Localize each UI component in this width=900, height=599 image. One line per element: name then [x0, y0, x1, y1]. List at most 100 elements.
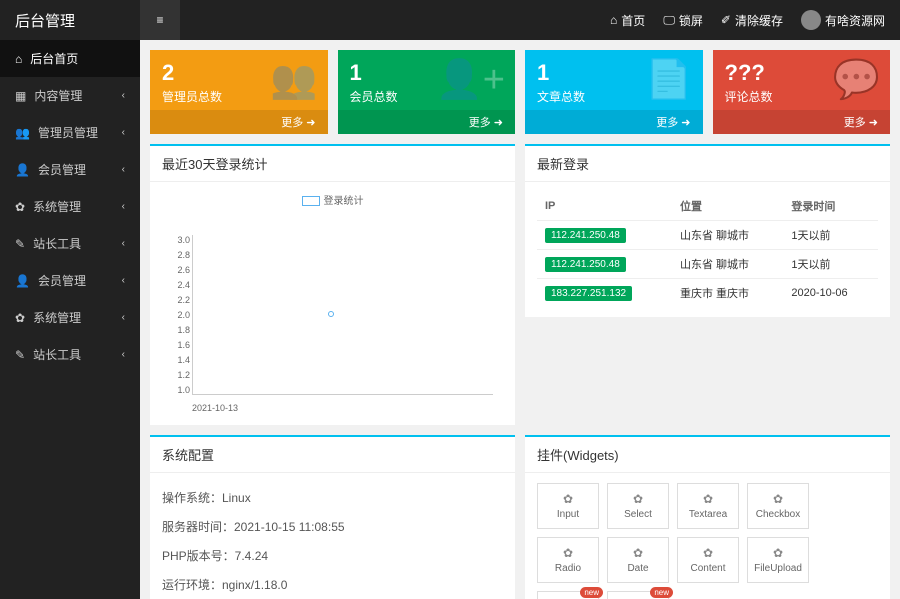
stat-more-link[interactable]: 更多 ➜ [338, 110, 516, 134]
sidebar-item-3[interactable]: 👤会员管理‹ [0, 151, 140, 188]
menu-icon: ✎ [15, 237, 25, 251]
sidebar-item-6[interactable]: 👤会员管理‹ [0, 262, 140, 299]
top-header: 后台管理 ≡ ⌂首页 🖵锁屏 ✐清除缓存 有啥资源网 [0, 0, 900, 40]
chevron-left-icon: ‹ [122, 164, 125, 175]
config-line: 操作系统：Linux [162, 483, 503, 512]
legend-swatch [302, 196, 320, 206]
widget-text[interactable]: ✿Textnew [537, 591, 599, 599]
stat-more-link[interactable]: 更多 ➜ [150, 110, 328, 134]
sidebar-item-1[interactable]: ▦内容管理‹ [0, 77, 140, 114]
chevron-left-icon: ‹ [122, 275, 125, 286]
col-ip: IP [537, 192, 672, 221]
chart-panel: 最近30天登录统计 登录统计 3.02.82.62.42.22.01.81.61… [150, 144, 515, 425]
stats-row: 2管理员总数👥更多 ➜1会员总数👤+更多 ➜1文章总数📄更多 ➜???评论总数💬… [150, 50, 890, 134]
menu-icon: 👥 [15, 126, 30, 140]
gear-icon: ✿ [612, 546, 664, 560]
widget-content[interactable]: ✿Content [677, 537, 739, 583]
gear-icon: ✿ [752, 546, 804, 560]
sidebar-item-5[interactable]: ✎站长工具‹ [0, 225, 140, 262]
chart-data-point [328, 311, 334, 317]
chevron-left-icon: ‹ [122, 349, 125, 360]
nav-user[interactable]: 有啥资源网 [801, 10, 885, 30]
menu-icon: ✎ [15, 348, 25, 362]
stat-icon: 👥 [270, 58, 317, 102]
sidebar-item-0[interactable]: ⌂后台首页 [0, 40, 140, 77]
nav-home[interactable]: ⌂首页 [610, 12, 645, 29]
config-panel: 系统配置 操作系统：Linux服务器时间：2021-10-15 11:08:55… [150, 435, 515, 599]
menu-icon: ▦ [15, 89, 26, 103]
stat-more-link[interactable]: 更多 ➜ [713, 110, 891, 134]
sidebar-item-4[interactable]: ✿系统管理‹ [0, 188, 140, 225]
gear-icon: ✿ [682, 546, 734, 560]
sidebar: ⌂后台首页▦内容管理‹👥管理员管理‹👤会员管理‹✿系统管理‹✎站长工具‹👤会员管… [0, 40, 140, 599]
widget-date[interactable]: ✿Date [607, 537, 669, 583]
menu-icon: ⌂ [15, 52, 22, 66]
stat-box-2: 1文章总数📄更多 ➜ [525, 50, 703, 134]
config-line: 运行环境：nginx/1.18.0 [162, 570, 503, 599]
table-row: 112.241.250.48山东省 聊城市1天以前 [537, 250, 878, 279]
widget-input[interactable]: ✿Input [537, 483, 599, 529]
menu-icon: ✿ [15, 311, 25, 325]
gear-icon: ✿ [752, 492, 804, 506]
menu-icon: 👤 [15, 163, 30, 177]
config-title: 系统配置 [150, 437, 515, 473]
brush-icon: ✐ [721, 13, 731, 27]
stat-icon: 💬 [833, 58, 880, 102]
main-content: 2管理员总数👥更多 ➜1会员总数👤+更多 ➜1文章总数📄更多 ➜???评论总数💬… [140, 40, 900, 599]
widgets-panel: 挂件(Widgets) ✿Input✿Select✿Textarea✿Check… [525, 435, 890, 599]
widget-switchs[interactable]: ✿Switchsnew [607, 591, 669, 599]
sidebar-item-2[interactable]: 👥管理员管理‹ [0, 114, 140, 151]
sidebar-toggle[interactable]: ≡ [140, 0, 180, 40]
sidebar-item-7[interactable]: ✿系统管理‹ [0, 299, 140, 336]
widget-radio[interactable]: ✿Radio [537, 537, 599, 583]
gear-icon: ✿ [542, 492, 594, 506]
login-table: IP 位置 登录时间 112.241.250.48山东省 聊城市1天以前112.… [537, 192, 878, 307]
stat-icon: 📄 [645, 58, 692, 102]
gear-icon: ✿ [682, 492, 734, 506]
monitor-icon: 🖵 [663, 13, 675, 28]
col-loc: 位置 [672, 192, 783, 221]
widget-checkbox[interactable]: ✿Checkbox [747, 483, 809, 529]
sidebar-item-8[interactable]: ✎站长工具‹ [0, 336, 140, 373]
chevron-left-icon: ‹ [122, 201, 125, 212]
chart-legend: 登录统计 [162, 192, 503, 207]
new-badge: new [650, 587, 673, 598]
stat-box-1: 1会员总数👤+更多 ➜ [338, 50, 516, 134]
chevron-left-icon: ‹ [122, 238, 125, 249]
config-line: 服务器时间：2021-10-15 11:08:55 [162, 512, 503, 541]
widget-fileupload[interactable]: ✿FileUpload [747, 537, 809, 583]
avatar-icon [801, 10, 821, 30]
widget-textarea[interactable]: ✿Textarea [677, 483, 739, 529]
header-right: ⌂首页 🖵锁屏 ✐清除缓存 有啥资源网 [610, 10, 900, 30]
login-panel: 最新登录 IP 位置 登录时间 112.241.250.48山东省 聊城市1天以… [525, 144, 890, 317]
nav-lock[interactable]: 🖵锁屏 [663, 12, 703, 29]
chart-y-axis: 3.02.82.62.42.22.01.81.61.41.21.0 [162, 235, 190, 395]
menu-icon: ✿ [15, 200, 25, 214]
login-title: 最新登录 [525, 146, 890, 182]
stat-more-link[interactable]: 更多 ➜ [525, 110, 703, 134]
ip-badge: 112.241.250.48 [545, 228, 626, 243]
chevron-left-icon: ‹ [122, 312, 125, 323]
ip-badge: 183.227.251.132 [545, 286, 632, 301]
chevron-left-icon: ‹ [122, 127, 125, 138]
chart-title: 最近30天登录统计 [150, 146, 515, 182]
chart-area: 3.02.82.62.42.22.01.81.61.41.21.0 2021-1… [162, 215, 503, 415]
ip-badge: 112.241.250.48 [545, 257, 626, 272]
menu-icon: 👤 [15, 274, 30, 288]
table-row: 183.227.251.132重庆市 重庆市2020-10-06 [537, 279, 878, 308]
nav-clear-cache[interactable]: ✐清除缓存 [721, 12, 783, 29]
home-icon: ⌂ [610, 13, 617, 27]
gear-icon: ✿ [612, 492, 664, 506]
stat-box-3: ???评论总数💬更多 ➜ [713, 50, 891, 134]
table-row: 112.241.250.48山东省 聊城市1天以前 [537, 221, 878, 250]
widgets-title: 挂件(Widgets) [525, 437, 890, 473]
config-line: PHP版本号：7.4.24 [162, 541, 503, 570]
col-time: 登录时间 [783, 192, 878, 221]
gear-icon: ✿ [542, 546, 594, 560]
chart-x-label: 2021-10-13 [192, 403, 238, 413]
stat-icon: 👤+ [435, 58, 505, 102]
logo: 后台管理 [0, 10, 140, 31]
chart-grid [192, 235, 493, 395]
widget-select[interactable]: ✿Select [607, 483, 669, 529]
stat-box-0: 2管理员总数👥更多 ➜ [150, 50, 328, 134]
